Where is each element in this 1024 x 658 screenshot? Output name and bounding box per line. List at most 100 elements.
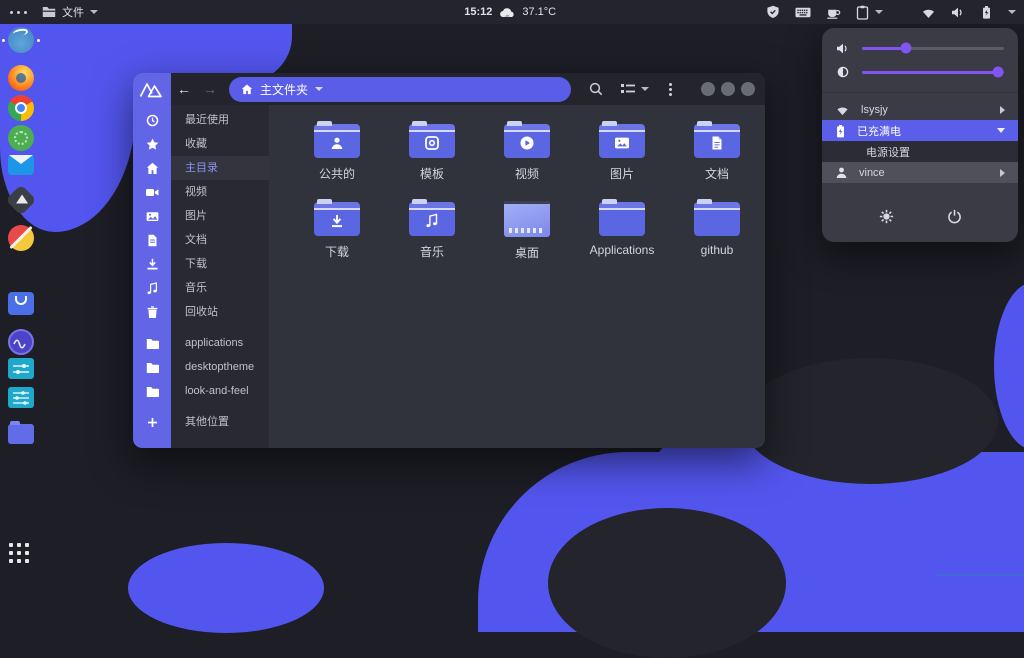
chevron-down-icon[interactable] <box>1008 10 1016 14</box>
activities-dots-icon[interactable] <box>10 10 27 14</box>
folder-tile-desktop[interactable]: 桌面 <box>489 197 565 261</box>
panel-temperature[interactable]: 37.1°C <box>522 6 556 18</box>
sidebar-item-look-and-feel[interactable]: look-and-feel <box>133 379 269 403</box>
sidebar-item-pictures[interactable]: 图片 <box>133 204 269 228</box>
dock-files-folder-icon[interactable] <box>8 421 34 444</box>
desktop-thumbnail <box>504 201 550 237</box>
battery-icon[interactable] <box>980 5 993 20</box>
brightness-icon <box>837 66 849 78</box>
image-emblem-icon <box>614 136 630 150</box>
folder-tile-github[interactable]: github <box>679 197 755 261</box>
folder-icon <box>694 121 740 158</box>
dock-web-planet-icon[interactable] <box>8 27 34 53</box>
window-button-close[interactable] <box>741 82 755 96</box>
dock-chrome-icon[interactable] <box>8 95 34 121</box>
folder-tile-music[interactable]: 音乐 <box>394 197 470 261</box>
settings-gear-icon[interactable] <box>879 209 894 224</box>
coffee-icon[interactable] <box>826 5 841 19</box>
dock-inkscape-icon[interactable] <box>5 184 37 216</box>
dock-system-monitor-icon[interactable] <box>8 329 34 355</box>
chevron-down-icon <box>997 128 1005 133</box>
sidebar-item-desktoptheme[interactable]: desktoptheme <box>133 355 269 379</box>
folder-icon <box>409 121 455 158</box>
menu-item-power-settings[interactable]: 电源设置 <box>822 141 1018 162</box>
running-indicator <box>2 39 5 42</box>
folder-tile-videos[interactable]: 视频 <box>489 119 565 182</box>
chevron-right-icon <box>1000 168 1005 177</box>
shield-check-icon[interactable] <box>766 5 780 19</box>
wifi-icon[interactable] <box>921 6 936 19</box>
folder-tile-templates[interactable]: 模板 <box>394 119 470 182</box>
dock-settings-sliders-icon[interactable] <box>8 358 34 379</box>
image-icon <box>133 210 171 223</box>
dock-mail-icon[interactable] <box>8 155 34 175</box>
dock-green-app-icon[interactable] <box>8 125 34 151</box>
folder-tile-pictures[interactable]: 图片 <box>584 119 660 182</box>
person-emblem-icon <box>329 136 345 150</box>
folder-icon <box>133 337 171 350</box>
keyboard-icon[interactable] <box>795 5 811 19</box>
folder-grid: 公共的 模板 视频 图片 文档 下载 音乐 桌面 Applications gi… <box>269 105 765 448</box>
sidebar-item-documents[interactable]: 文档 <box>133 228 269 252</box>
show-applications-icon[interactable] <box>9 543 33 567</box>
sidebar-item-videos[interactable]: 视频 <box>133 180 269 204</box>
view-list-icon[interactable] <box>621 83 635 95</box>
folder-tile-downloads[interactable]: 下载 <box>299 197 375 261</box>
folder-tile-documents[interactable]: 文档 <box>679 119 755 182</box>
brightness-slider-row <box>822 60 1018 84</box>
dock-firefox-icon[interactable] <box>8 65 34 91</box>
video-icon <box>133 186 171 199</box>
clipboard-icon <box>856 5 869 20</box>
file-manager-window: ← → 主文件夹 最近使用 收藏 主目录 视频 图片 文档 下载 音乐 回收站 … <box>133 73 765 448</box>
battery-charging-icon <box>837 124 844 137</box>
volume-slider[interactable] <box>862 42 1004 54</box>
folder-icon <box>133 385 171 398</box>
sidebar-item-home[interactable]: 主目录 <box>133 156 269 180</box>
trash-icon <box>133 305 171 319</box>
sidebar-item-applications[interactable]: applications <box>133 331 269 355</box>
document-icon <box>133 234 171 247</box>
sidebar-item-trash[interactable]: 回收站 <box>133 300 269 324</box>
back-button[interactable]: ← <box>171 81 197 97</box>
brightness-slider[interactable] <box>862 66 1004 78</box>
menu-kebab-icon[interactable] <box>669 82 672 96</box>
app-logo-mountains-icon <box>139 81 165 98</box>
folder-tile-applications[interactable]: Applications <box>584 197 660 261</box>
forward-button[interactable]: → <box>197 81 223 97</box>
dock-ball-game-icon[interactable] <box>8 225 34 251</box>
wifi-icon <box>837 106 848 115</box>
volume-slider-knob[interactable] <box>900 42 912 54</box>
dock <box>0 24 42 576</box>
window-button-maximize[interactable] <box>721 82 735 96</box>
dock-software-store-icon[interactable] <box>8 292 34 315</box>
volume-icon <box>837 43 847 53</box>
window-headerbar: ← → 主文件夹 <box>171 73 765 105</box>
plus-icon <box>133 416 171 429</box>
sidebar-item-recent[interactable]: 最近使用 <box>133 108 269 132</box>
wallpaper-blob <box>994 282 1024 450</box>
volume-icon[interactable] <box>951 6 965 19</box>
cloud-icon <box>500 8 514 18</box>
menu-item-network[interactable]: lsysjy <box>822 99 1018 120</box>
sidebar-item-other-locations[interactable]: 其他位置 <box>133 410 269 434</box>
view-options-chevron-icon[interactable] <box>641 87 649 91</box>
menu-item-battery[interactable]: 已充满电 <box>822 120 1018 141</box>
folder-icon <box>599 121 645 158</box>
window-button-minimize[interactable] <box>701 82 715 96</box>
folder-icon <box>133 361 171 374</box>
clipboard-menu[interactable] <box>856 5 883 20</box>
brightness-slider-knob[interactable] <box>992 66 1004 78</box>
star-icon <box>133 138 171 151</box>
folder-tile-public[interactable]: 公共的 <box>299 119 375 182</box>
app-menu[interactable]: 文件 <box>42 4 98 20</box>
wallpaper-blob <box>128 543 324 633</box>
menu-item-user[interactable]: vince <box>822 162 1018 183</box>
sidebar-item-downloads[interactable]: 下载 <box>133 252 269 276</box>
power-icon[interactable] <box>947 209 962 224</box>
dock-settings-sliders-icon[interactable] <box>8 387 34 408</box>
sidebar-item-music[interactable]: 音乐 <box>133 276 269 300</box>
pathbar[interactable]: 主文件夹 <box>229 76 571 102</box>
search-icon[interactable] <box>589 82 603 96</box>
sidebar-item-starred[interactable]: 收藏 <box>133 132 269 156</box>
panel-clock[interactable]: 15:12 <box>464 6 492 18</box>
